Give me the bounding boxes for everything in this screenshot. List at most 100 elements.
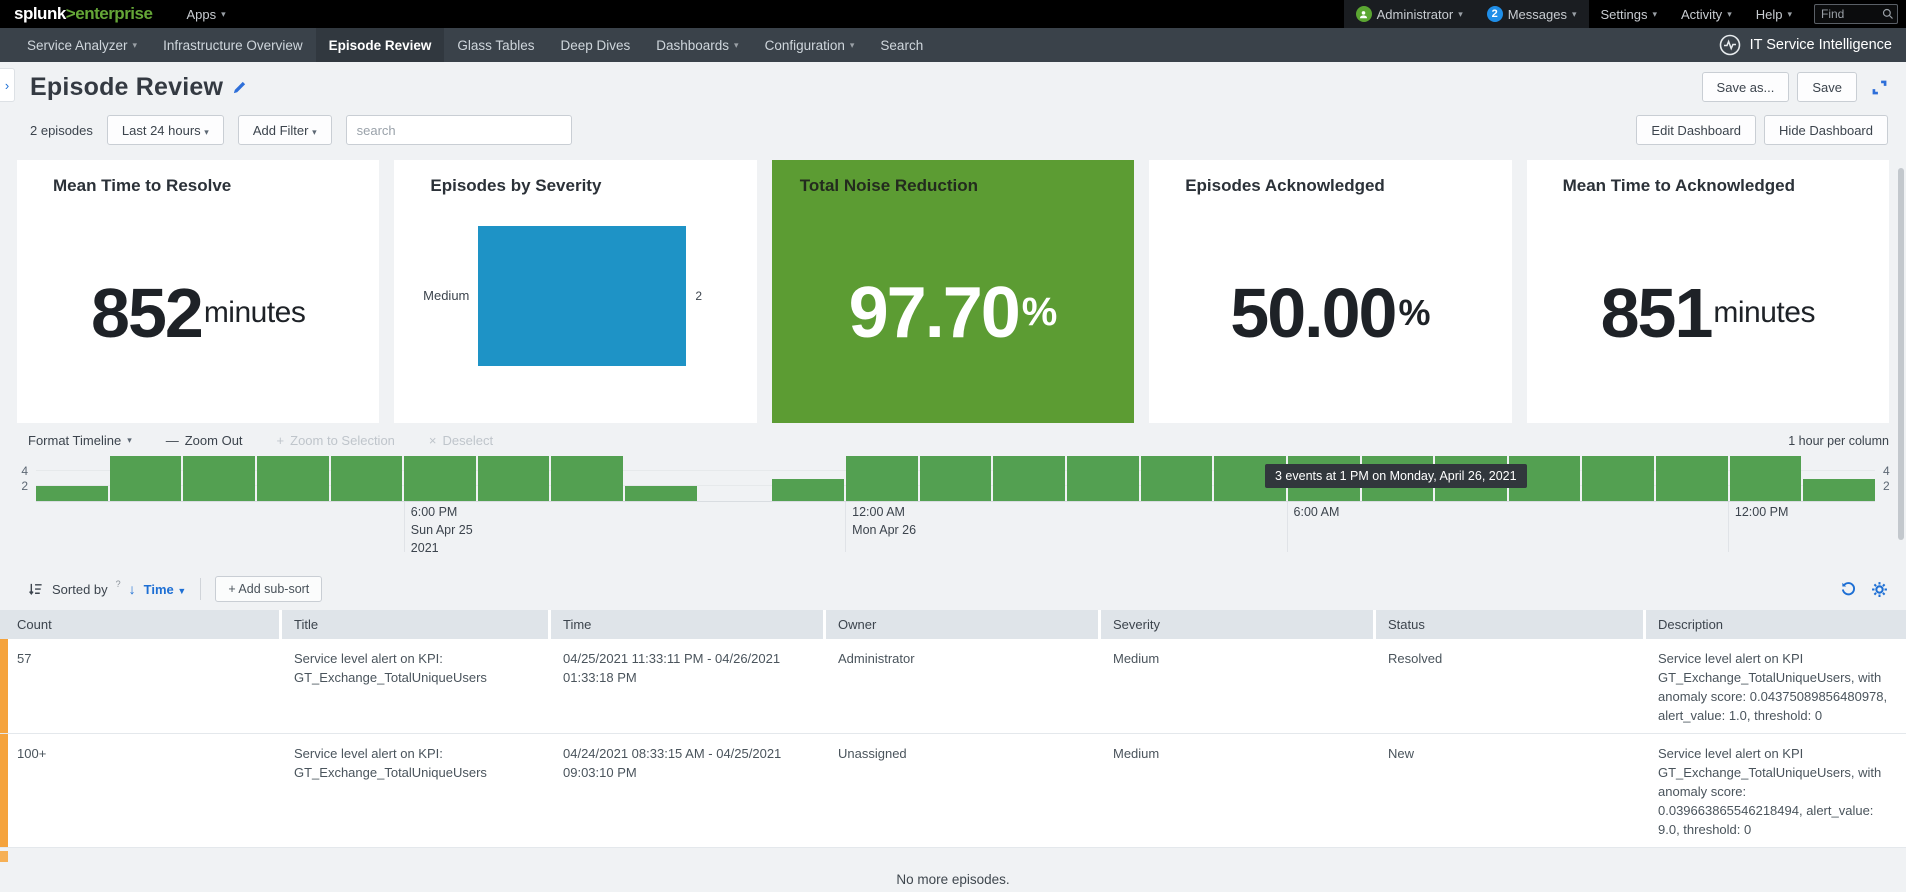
timeline-bar[interactable] (1803, 479, 1875, 502)
axis-tick-line (404, 502, 405, 552)
timeline-bar[interactable] (1656, 456, 1728, 501)
kpi-card-total-noise-reduction[interactable]: Total Noise Reduction 97.70% (772, 160, 1134, 423)
column-header-description[interactable]: Description (1646, 610, 1906, 639)
minus-icon: — (166, 433, 179, 448)
caret-down-icon: ▼ (177, 586, 186, 596)
activity-menu[interactable]: Activity ▾ (1669, 0, 1744, 28)
caret-down-icon: ▾ (204, 127, 209, 137)
settings-menu[interactable]: Settings▾ (1589, 0, 1670, 28)
sort-help-hint[interactable]: ? (116, 579, 121, 589)
nav-item-episode-review[interactable]: Episode Review (316, 28, 445, 62)
kpi-card-mean-time-to-acknowledged[interactable]: Mean Time to Acknowledged 851minutes (1527, 160, 1889, 423)
format-timeline-dropdown[interactable]: Format Timeline▾ (28, 433, 132, 448)
caret-down-icon: ▾ (312, 127, 317, 137)
sort-field-dropdown[interactable]: Time ▼ (144, 582, 187, 597)
severity-value-label: 2 (695, 289, 702, 303)
timeline-bar[interactable] (625, 486, 697, 501)
cell-title: Service level alert on KPI: GT_Exchange_… (282, 639, 548, 733)
nav-label: Episode Review (329, 38, 432, 53)
zoom-to-selection-button[interactable]: +Zoom to Selection (277, 433, 395, 448)
cell-description: Service level alert on KPI GT_Exchange_T… (1646, 734, 1906, 847)
timeline-bar[interactable] (993, 456, 1065, 501)
splunk-logo[interactable]: splunk>enterprise (14, 4, 152, 24)
add-subsort-button[interactable]: + Add sub-sort (215, 576, 322, 602)
timeline-bar[interactable] (110, 456, 182, 501)
column-header-count[interactable]: Count (0, 610, 279, 639)
timeline-bar[interactable] (920, 456, 992, 501)
time-range-dropdown[interactable]: Last 24 hours ▾ (107, 115, 224, 145)
refresh-history-icon[interactable] (1840, 581, 1857, 598)
search-icon[interactable] (1882, 8, 1894, 20)
apps-menu[interactable]: Apps▾ (174, 0, 237, 28)
timeline-plot[interactable]: 4 2 4 2 3 events at 1 PM on Monday, Apri… (36, 456, 1875, 502)
timeline-bar[interactable] (772, 479, 844, 502)
kpi-card-episodes-by-severity[interactable]: Episodes by Severity Medium 2 (394, 160, 756, 423)
save-button[interactable]: Save (1797, 72, 1857, 102)
kpi-card-mean-time-to-resolve[interactable]: Mean Time to Resolve 852minutes (17, 160, 379, 423)
severity-bar[interactable] (478, 226, 686, 366)
column-header-title[interactable]: Title (282, 610, 548, 639)
nav-item-configuration[interactable]: Configuration▾ (752, 28, 868, 62)
splunk-itsi-screen: splunk>enterprise Apps▾ Administrator ▾ … (0, 0, 1906, 892)
timeline-bar[interactable] (1067, 456, 1139, 501)
timeline-bar[interactable] (183, 456, 255, 501)
timeline-bar[interactable] (36, 486, 108, 501)
table-row[interactable]: 57 Service level alert on KPI: GT_Exchan… (0, 639, 1906, 734)
add-filter-dropdown[interactable]: Add Filter ▾ (238, 115, 332, 145)
nav-item-deep-dives[interactable]: Deep Dives (547, 28, 643, 62)
nav-item-infrastructure-overview[interactable]: Infrastructure Overview (150, 28, 316, 62)
user-menu[interactable]: Administrator ▾ (1344, 0, 1475, 28)
timeline-bar[interactable] (551, 456, 623, 501)
nav-item-dashboards[interactable]: Dashboards▾ (643, 28, 751, 62)
nav-item-glass-tables[interactable]: Glass Tables (444, 28, 547, 62)
timeline-bar[interactable] (1141, 456, 1213, 501)
messages-menu[interactable]: 2 Messages ▾ (1475, 0, 1589, 28)
kpi-card-episodes-acknowledged[interactable]: Episodes Acknowledged 50.00% (1149, 160, 1511, 423)
add-filter-label: Add Filter (253, 123, 309, 138)
kpi-title: Episodes by Severity (430, 176, 756, 196)
vertical-scrollbar-thumb[interactable] (1898, 168, 1904, 540)
episode-search-input[interactable] (346, 115, 572, 145)
help-label: Help (1756, 7, 1783, 22)
sidebar-expand-button[interactable]: › (0, 68, 15, 102)
help-menu[interactable]: Help▾ (1744, 0, 1804, 28)
hide-dashboard-button[interactable]: Hide Dashboard (1764, 115, 1888, 145)
fullscreen-expand-icon[interactable] (1871, 79, 1888, 96)
cell-owner: Unassigned (826, 734, 1098, 847)
timeline-bar[interactable] (1582, 456, 1654, 501)
caret-down-icon: ▾ (850, 40, 855, 51)
timeline-x-axis: 6:00 PMSun Apr 25202112:00 AMMon Apr 266… (36, 502, 1875, 556)
nav-item-service-analyzer[interactable]: Service Analyzer▾ (14, 28, 150, 62)
gear-icon[interactable] (1871, 581, 1888, 598)
column-header-severity[interactable]: Severity (1101, 610, 1373, 639)
save-as-button[interactable]: Save as... (1702, 72, 1790, 102)
episodes-table: Count Title Time Owner Severity Status D… (0, 610, 1906, 862)
zoom-out-button[interactable]: —Zoom Out (166, 433, 243, 448)
timeline-bar[interactable] (846, 456, 918, 501)
column-header-time[interactable]: Time (551, 610, 823, 639)
table-row[interactable]: 100+ Service level alert on KPI: GT_Exch… (0, 734, 1906, 848)
timeline-bar[interactable] (331, 456, 403, 501)
kpi-value: 50.00 (1230, 273, 1395, 353)
product-name: IT Service Intelligence (1750, 37, 1892, 53)
timeline-bar[interactable] (478, 456, 550, 501)
timeline-bar[interactable] (1730, 456, 1802, 501)
caret-down-icon: ▾ (1572, 9, 1577, 20)
cell-time: 04/24/2021 08:33:15 AM - 04/25/2021 09:0… (551, 734, 823, 847)
itsi-logo-icon (1718, 33, 1742, 57)
timeline-bar[interactable] (404, 456, 476, 501)
sort-bar: Sorted by ? ↓ Time ▼ + Add sub-sort (28, 576, 1888, 602)
timeline-bar[interactable] (257, 456, 329, 501)
deselect-button[interactable]: ×Deselect (429, 433, 493, 448)
activity-label: Activity (1681, 7, 1722, 22)
column-header-owner[interactable]: Owner (826, 610, 1098, 639)
nav-item-search[interactable]: Search (867, 28, 936, 62)
sort-direction-icon[interactable]: ↓ (129, 581, 136, 597)
severity-category-label: Medium (417, 288, 469, 303)
kpi-value: 97.70 (849, 272, 1019, 354)
severity-bar-chart: Medium 2 (394, 196, 756, 423)
edit-title-pencil-icon[interactable] (232, 80, 247, 95)
column-header-status[interactable]: Status (1376, 610, 1643, 639)
edit-dashboard-button[interactable]: Edit Dashboard (1636, 115, 1756, 145)
caret-down-icon: ▾ (1727, 9, 1732, 20)
